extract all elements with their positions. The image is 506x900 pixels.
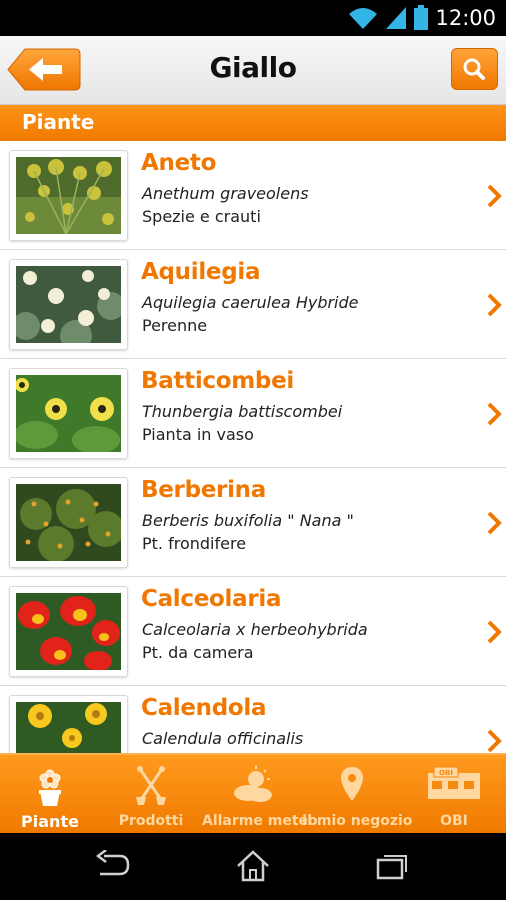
flower-pot-icon [39, 769, 61, 806]
garden-tools-icon [136, 766, 166, 805]
plant-category: Pt. da camera [142, 643, 254, 662]
list-item[interactable]: Berberina Berberis buxifolia " Nana " Pt… [0, 468, 506, 577]
plant-category: Pt. frondifere [142, 534, 247, 553]
nav-label: Il mio negozio [302, 813, 413, 829]
section-label: Piante [22, 110, 95, 134]
back-nav-icon[interactable] [94, 850, 132, 880]
plant-latin-name: Aquilegia caerulea Hybride [142, 293, 359, 312]
list-item[interactable]: Calendola Calendula officinalis [0, 686, 506, 753]
nav-tab-allarme-meteo[interactable]: Allarme meteo [202, 755, 318, 835]
plant-name: Calendola [141, 695, 267, 721]
section-header: Piante [0, 105, 506, 141]
list-item[interactable]: Aquilegia Aquilegia caerulea Hybride Per… [0, 250, 506, 359]
arrow-left-icon [7, 48, 81, 91]
clock: 12:00 [435, 6, 496, 30]
nav-label: Piante [21, 812, 79, 831]
battery-icon [414, 5, 429, 30]
status-bar: 12:00 [0, 0, 506, 36]
home-nav-icon[interactable] [236, 850, 270, 882]
plant-category: Perenne [142, 316, 208, 335]
wifi-icon [349, 8, 378, 29]
plant-latin-name: Calceolaria x herbeohybrida [142, 620, 368, 639]
plant-list[interactable]: Aneto Anethum graveolens Spezie e crauti… [0, 141, 506, 753]
nav-tab-prodotti[interactable]: Prodotti [100, 755, 202, 835]
weather-icon [234, 766, 272, 802]
chevron-right-icon [487, 620, 502, 644]
plant-thumbnail [9, 695, 128, 753]
plant-thumbnail [9, 368, 128, 459]
nav-tab-obi[interactable]: OBI OBI [402, 755, 506, 835]
system-navigation-bar [0, 833, 506, 900]
plant-thumbnail [9, 259, 128, 350]
plant-thumbnail [9, 150, 128, 241]
chevron-right-icon [487, 402, 502, 426]
obi-store-icon: OBI [428, 766, 480, 799]
plant-latin-name: Calendula officinalis [142, 729, 304, 748]
plant-thumbnail [9, 586, 128, 677]
bottom-navigation: Piante Prodotti Allarme meteo Il mio neg… [0, 753, 506, 833]
page-title: Giallo [209, 51, 297, 84]
plant-name: Aquilegia [141, 259, 261, 285]
recent-apps-icon[interactable] [376, 850, 410, 880]
plant-name: Aneto [141, 150, 217, 176]
nav-tab-piante[interactable]: Piante [0, 755, 100, 835]
signal-icon [386, 7, 407, 29]
plant-category: Spezie e crauti [142, 207, 261, 226]
svg-text:OBI: OBI [439, 769, 453, 777]
app-header: Giallo [0, 36, 506, 105]
list-item[interactable]: Calceolaria Calceolaria x herbeohybrida … [0, 577, 506, 686]
nav-label: Allarme meteo [202, 813, 318, 829]
chevron-right-icon [487, 729, 502, 753]
list-item[interactable]: Batticombei Thunbergia battiscombei Pian… [0, 359, 506, 468]
plant-latin-name: Thunbergia battiscombei [142, 402, 343, 421]
back-button[interactable] [7, 48, 81, 91]
list-item[interactable]: Aneto Anethum graveolens Spezie e crauti [0, 141, 506, 250]
chevron-right-icon [487, 184, 502, 208]
plant-latin-name: Berberis buxifolia " Nana " [142, 511, 354, 530]
nav-label: Prodotti [118, 813, 184, 829]
chevron-right-icon [487, 511, 502, 535]
location-pin-icon [341, 767, 363, 801]
search-icon [463, 58, 485, 80]
plant-latin-name: Anethum graveolens [142, 184, 309, 203]
search-button[interactable] [451, 48, 498, 90]
plant-name: Batticombei [141, 368, 294, 394]
plant-category: Pianta in vaso [142, 425, 254, 444]
nav-label: OBI [440, 813, 468, 829]
plant-thumbnail [9, 477, 128, 568]
nav-tab-il-mio-negozio[interactable]: Il mio negozio [302, 755, 413, 835]
plant-name: Berberina [141, 477, 266, 503]
chevron-right-icon [487, 293, 502, 317]
plant-name: Calceolaria [141, 586, 282, 612]
